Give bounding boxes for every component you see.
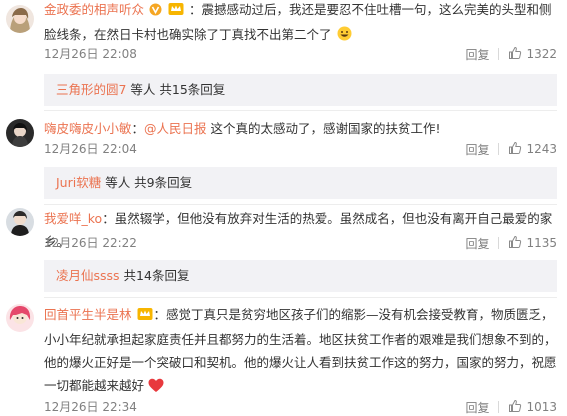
comment-item: 我爱咩_ko：虽然辍学，但他没有放弃对生活的热爱。虽然成名，但也没有离开自己最爱… (0, 204, 567, 294)
sub-replies-count: 共14条回复 (119, 268, 190, 283)
action-divider (498, 401, 500, 413)
thumbs-up-icon (508, 141, 522, 158)
action-divider (498, 237, 500, 249)
comment-meta: 12月26日 22:22 回复 1135 (44, 234, 557, 252)
avatar[interactable] (6, 5, 34, 33)
comment-username[interactable]: 我爱咩_ko (44, 211, 102, 226)
comment-separator: ： (131, 121, 145, 136)
like-count: 1243 (526, 142, 557, 156)
sub-replies-text: 凌月仙ssss 共14条回复 (56, 260, 189, 292)
sub-replies-count: 等人 共9条回复 (101, 175, 193, 190)
reply-button[interactable]: 回复 (465, 235, 489, 252)
sub-replies-summary[interactable]: 凌月仙ssss 共14条回复 (44, 260, 557, 292)
comment-separator: ： (102, 211, 115, 226)
reply-button[interactable]: 回复 (465, 46, 489, 63)
comment-item: 嗨皮嗨皮小小敏：@人民日报 这个真的太感动了，感谢国家的扶贫工作! 12月26日… (0, 110, 567, 200)
comment-item: 回首平生半是林 ：感觉丁真只是贫穷地区孩子们的缩影—没有机会接受教育，物质匮乏，… (0, 297, 567, 416)
sub-replies-summary[interactable]: Juri软糖 等人 共9条回复 (44, 167, 557, 199)
comment-username[interactable]: 回首平生半是林 (44, 307, 132, 322)
reply-button[interactable]: 回复 (465, 141, 489, 158)
avatar[interactable] (6, 119, 34, 147)
sub-replies-text: Juri软糖 等人 共9条回复 (56, 167, 192, 199)
like-count: 1322 (526, 47, 557, 61)
comment-time: 12月26日 22:22 (44, 236, 137, 250)
sub-reply-username[interactable]: Juri软糖 (56, 175, 101, 190)
sub-reply-username[interactable]: 三角形的圆7 (56, 82, 126, 97)
comment-username[interactable]: 嗨皮嗨皮小小敏 (44, 121, 132, 136)
comment-body: 这个真的太感动了，感谢国家的扶贫工作! (206, 121, 441, 136)
comment-text: 回首平生半是林 ：感觉丁真只是贫穷地区孩子们的缩影—没有机会接受教育，物质匮乏，… (44, 303, 557, 400)
like-count: 1013 (526, 400, 557, 414)
member-crown-icon (168, 0, 184, 23)
comment-text: 嗨皮嗨皮小小敏：@人民日报 这个真的太感动了，感谢国家的扶贫工作! (44, 117, 557, 140)
like-count: 1135 (526, 236, 557, 250)
sub-replies-count: 等人 共15条回复 (126, 82, 226, 97)
like-button[interactable]: 1322 (508, 46, 557, 63)
action-divider (498, 143, 500, 155)
avatar[interactable] (6, 304, 34, 332)
comment-separator: ： (153, 307, 167, 322)
thumbs-up-icon (508, 46, 522, 63)
comment-meta: 12月26日 22:04 回复 1243 (44, 140, 557, 158)
comment-meta: 12月26日 22:34 回复 1013 (44, 398, 557, 416)
thumbs-up-icon (508, 235, 522, 252)
sub-replies-text: 三角形的圆7 等人 共15条回复 (56, 74, 225, 106)
red-heart-icon (148, 377, 164, 400)
comment-item: 金政委的相声听众 ：震撼感动过后，我还是要忍不住吐槽一句，这么完美的头型和侧脸线… (0, 0, 567, 106)
comment-username[interactable]: 金政委的相声听众 (44, 2, 144, 17)
thumbs-up-icon (508, 399, 522, 416)
comment-text: 金政委的相声听众 ：震撼感动过后，我还是要忍不住吐槽一句，这么完美的头型和侧脸线… (44, 0, 557, 48)
like-button[interactable]: 1013 (508, 399, 557, 416)
comment-meta: 12月26日 22:08 回复 1322 (44, 45, 557, 63)
like-button[interactable]: 1243 (508, 141, 557, 158)
avatar[interactable] (6, 208, 34, 236)
action-divider (498, 48, 500, 60)
comment-time: 12月26日 22:34 (44, 400, 137, 414)
member-crown-icon (137, 305, 153, 328)
comment-time: 12月26日 22:04 (44, 142, 137, 156)
sub-replies-summary[interactable]: 三角形的圆7 等人 共15条回复 (44, 74, 557, 106)
reply-button[interactable]: 回复 (465, 399, 489, 416)
sub-reply-username[interactable]: 凌月仙ssss (56, 268, 120, 283)
comment-time: 12月26日 22:08 (44, 47, 137, 61)
verified-v-icon (149, 0, 162, 23)
comment-separator: ： (188, 2, 202, 17)
like-button[interactable]: 1135 (508, 235, 557, 252)
mention-link[interactable]: @人民日报 (144, 121, 207, 136)
